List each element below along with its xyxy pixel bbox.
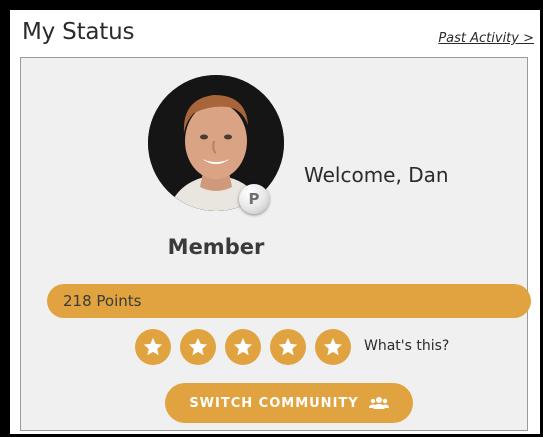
group-icon [368,396,389,410]
switch-community-button[interactable]: SWITCH COMMUNITY [165,383,413,423]
welcome-text: Welcome, Dan [304,163,449,187]
star-icon [270,329,306,365]
my-status-widget: My Status Past Activity > P Welcome, Dan… [10,10,540,434]
widget-header: My Status Past Activity > [10,10,540,56]
status-card: P Welcome, Dan Member 218 Points What's … [20,57,531,431]
past-activity-link[interactable]: Past Activity > [438,31,534,46]
star-icon [135,329,171,365]
whats-this-link[interactable]: What's this? [364,338,449,354]
points-label: 218 Points [63,292,142,310]
star-icon [315,329,351,365]
star-icon [225,329,261,365]
switch-community-label: SWITCH COMMUNITY [189,395,359,411]
points-bar: 218 Points [47,284,531,318]
page-title: My Status [22,19,135,45]
member-level: Member [167,235,265,259]
membership-badge-icon: P [239,184,269,214]
star-icon [180,329,216,365]
star-rating [135,328,360,366]
